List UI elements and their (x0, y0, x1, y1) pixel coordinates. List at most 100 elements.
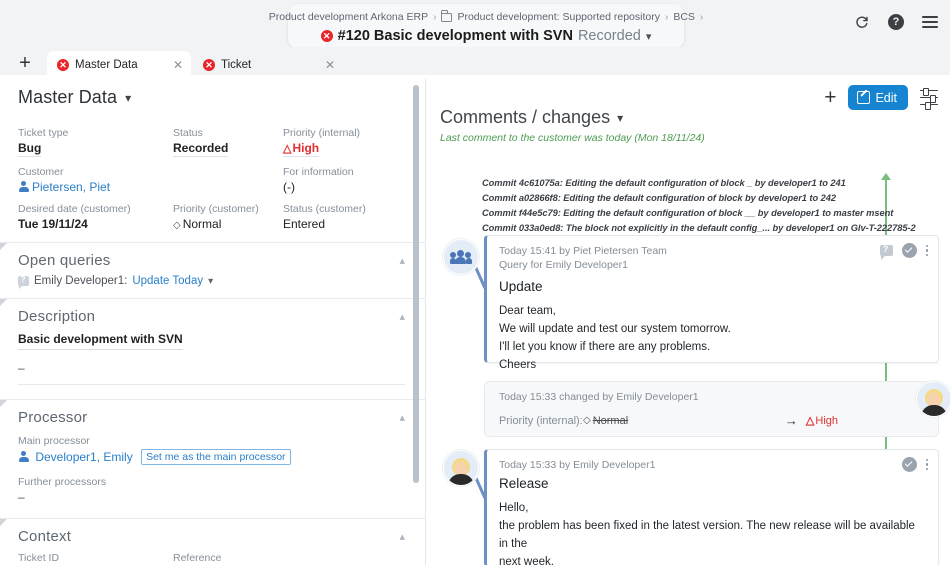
priority-high-icon: △ (283, 143, 291, 155)
check-circle-icon[interactable] (902, 243, 917, 258)
chevron-up-icon[interactable]: ▴ (399, 310, 405, 323)
section-title: Processor (18, 409, 87, 426)
new-tab-button[interactable]: + (13, 51, 37, 75)
top-bar: Product development Arkona ERP › Product… (0, 0, 950, 47)
change-row: Priority (internal): ◇ Normal → △ High (499, 413, 924, 428)
comments-title: Comments / changes (440, 107, 610, 128)
panel-title: Master Data (18, 87, 117, 108)
comment-meta-line: Query for Emily Developer1 (499, 258, 926, 272)
comment-body: Hello, the problem has been fixed in the… (499, 500, 926, 565)
priority-normal-icon: ◇ (173, 220, 181, 231)
field-status-customer: Status (customer) Entered (283, 203, 405, 231)
folder-icon (441, 13, 452, 22)
hamburger-menu-icon[interactable] (920, 12, 940, 32)
help-icon[interactable]: ? (886, 12, 906, 32)
edit-button[interactable]: Edit (848, 85, 908, 110)
field-ticket-id: Ticket ID #120 (18, 552, 173, 565)
bug-icon: ✕ (57, 59, 69, 71)
person-avatar-icon (448, 458, 474, 486)
priority-normal-icon: ◇ (583, 415, 591, 426)
close-icon[interactable]: ✕ (159, 58, 183, 72)
change-field-label: Priority (internal): (499, 415, 583, 427)
comment-meta: Today 15:41 by Piet Pietersen Team Query… (499, 244, 926, 272)
close-icon[interactable]: ✕ (311, 58, 335, 72)
comment-heading: Update (499, 279, 926, 294)
description-summary: Basic development with SVN (18, 332, 183, 350)
add-comment-button[interactable]: + (824, 87, 836, 108)
change-new-value: High (815, 415, 838, 427)
chevron-down-icon[interactable]: ▾ (208, 276, 213, 287)
field-priority-customer: Priority (customer) ◇Normal (173, 203, 283, 231)
chevron-up-icon[interactable]: ▴ (399, 254, 405, 267)
breadcrumb-separator: › (433, 12, 436, 23)
field-ticket-type: Ticket type Bug (18, 127, 173, 157)
field-value: Normal (183, 217, 222, 231)
more-options-icon[interactable] (926, 459, 929, 471)
comment-card[interactable]: Today 15:33 by Emily Developer1 Release … (484, 449, 939, 565)
avatar[interactable] (916, 381, 950, 417)
refresh-icon[interactable] (852, 12, 872, 32)
breadcrumb-separator: › (700, 12, 703, 23)
field-label: For information (283, 166, 405, 178)
field-for-information: For information (-) (283, 166, 405, 194)
master-data-scroll-area[interactable]: Ticket type Bug Status Recorded Priority… (0, 118, 425, 565)
field-label: Status (customer) (283, 203, 405, 215)
query-bubble-icon (18, 276, 29, 286)
chevron-up-icon[interactable]: ▴ (399, 530, 405, 543)
field-label: Priority (internal) (283, 127, 405, 139)
section-description: Description ▴ Basic development with SVN… (0, 299, 425, 400)
user-icon (18, 181, 29, 192)
more-options-icon[interactable] (926, 245, 929, 257)
field-value[interactable]: Pietersen, Piet (32, 180, 110, 194)
tab-label: Ticket (221, 59, 251, 71)
left-scrollbar-thumb[interactable] (413, 85, 419, 483)
description-detail: – (18, 361, 405, 385)
comment-meta-line: Today 15:33 by Emily Developer1 (499, 458, 926, 472)
master-data-header: Master Data ▾ (0, 79, 425, 117)
breadcrumb-item-2[interactable]: BCS (673, 11, 695, 23)
breadcrumb-card: Product development Arkona ERP › Product… (288, 4, 684, 48)
set-main-processor-button[interactable]: Set me as the main processor (141, 449, 290, 465)
check-circle-icon[interactable] (902, 457, 917, 472)
chevron-down-icon[interactable]: ▾ (646, 30, 652, 43)
field-status: Status Recorded (173, 127, 283, 157)
main-processor-value[interactable]: Developer1, Emily (35, 450, 132, 464)
edit-button-label: Edit (875, 91, 897, 105)
further-processors-label: Further processors (18, 476, 405, 488)
field-value: Entered (283, 217, 405, 231)
query-bubble-icon[interactable] (880, 245, 893, 256)
field-customer: Customer Pietersen, Piet (18, 166, 173, 194)
field-priority-internal: Priority (internal) △High (283, 127, 405, 157)
chevron-down-icon[interactable]: ▾ (617, 111, 623, 125)
comment-card[interactable]: Today 15:41 by Piet Pietersen Team Query… (484, 235, 939, 363)
query-link[interactable]: Update Today (132, 275, 203, 287)
main-content: Master Data ▾ Ticket type Bug Status Rec… (0, 79, 950, 565)
open-query-item[interactable]: Emily Developer1: Update Today ▾ (18, 275, 405, 287)
top-bar-icons: ? (852, 12, 940, 32)
field-value: Bug (18, 141, 41, 157)
field-value: (-) (283, 180, 405, 194)
ticket-title-row: ✕ #120 Basic development with SVN Record… (321, 28, 652, 44)
chevron-up-icon[interactable]: ▴ (399, 411, 405, 424)
section-processor: Processor ▴ Main processor Developer1, E… (0, 400, 425, 519)
commit-line: Commit f44e5c79: Editing the default con… (482, 206, 916, 221)
commit-line: Commit a02866f8: Editing the default con… (482, 191, 916, 206)
comment-meta-line: Today 15:41 by Piet Pietersen Team (499, 244, 926, 258)
query-author: Emily Developer1: (34, 275, 127, 287)
breadcrumb: Product development Arkona ERP › Product… (269, 11, 704, 23)
avatar[interactable] (443, 239, 479, 275)
comment-heading: Release (499, 476, 926, 491)
commit-line: Commit 4c61075a: Editing the default con… (482, 176, 916, 191)
comments-actions: + Edit (824, 85, 938, 110)
breadcrumb-item-0[interactable]: Product development Arkona ERP (269, 11, 428, 23)
settings-sliders-icon[interactable] (920, 90, 938, 106)
section-context: Context ▴ Ticket ID #120 Reference BCS (0, 519, 425, 565)
change-meta: Today 15:33 changed by Emily Developer1 (499, 391, 924, 403)
chevron-down-icon[interactable]: ▾ (125, 91, 131, 105)
change-arrow-icon: → (785, 413, 798, 428)
breadcrumb-item-1[interactable]: Product development: Supported repositor… (457, 11, 660, 23)
avatar[interactable] (443, 450, 479, 486)
field-label: Ticket ID (18, 552, 173, 564)
user-icon (18, 451, 29, 462)
field-value: Recorded (173, 141, 228, 157)
